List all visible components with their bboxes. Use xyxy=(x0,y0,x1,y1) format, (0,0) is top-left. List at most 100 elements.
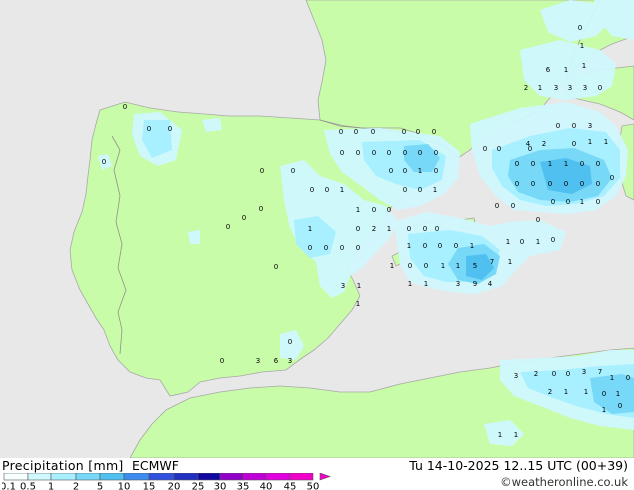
precip-value-label: 3 xyxy=(588,122,592,130)
precip-value-label: 0 xyxy=(580,160,584,168)
precip-value-label: 1 xyxy=(424,280,428,288)
precip-value-label: 0 xyxy=(308,244,312,252)
precip-value-label: 0 xyxy=(423,242,427,250)
precip-value-label: 1 xyxy=(580,42,584,50)
precip-value-label: 1 xyxy=(308,225,312,233)
precip-value-label: 1 xyxy=(588,138,592,146)
precip-value-label: 0 xyxy=(572,122,576,130)
precip-value-label: 3 xyxy=(256,357,260,365)
precip-value-label: 0 xyxy=(291,167,295,175)
colorbar-tick-label: 1 xyxy=(48,482,54,490)
model-name: ECMWF xyxy=(132,458,179,473)
precip-value-label: 1 xyxy=(616,390,620,398)
precip-value-label: 1 xyxy=(407,242,411,250)
precip-value-label: 1 xyxy=(564,160,568,168)
precip-colorbar: 0.1 0.5 1 2 5 10 15 20 25 30 35 40 45 50 xyxy=(2,473,331,490)
precip-value-label: 0 xyxy=(418,186,422,194)
precip-value-label: 1 xyxy=(508,258,512,266)
precip-value-label: 0 xyxy=(556,122,560,130)
precip-value-label: 0 xyxy=(626,374,630,382)
precip-value-label: 0 xyxy=(408,262,412,270)
precip-value-label: 7 xyxy=(598,368,602,376)
precip-value-label: 0 xyxy=(339,128,343,136)
precip-value-label: 1 xyxy=(357,282,361,290)
precip-value-label: 0 xyxy=(483,145,487,153)
precip-value-label: 2 xyxy=(372,225,376,233)
precip-value-label: 0 xyxy=(402,128,406,136)
precip-value-label: 1 xyxy=(602,406,606,414)
colorbar-tick-label: 20 xyxy=(168,482,181,490)
precip-value-label: 1 xyxy=(340,186,344,194)
precip-value-label: 1 xyxy=(441,262,445,270)
colorbar-swatch xyxy=(219,473,244,481)
precip-value-label: 0 xyxy=(578,24,582,32)
precip-value-label: 2 xyxy=(524,84,528,92)
precip-value-label: 1 xyxy=(514,431,518,439)
colorbar-swatch xyxy=(3,473,29,481)
colorbar-swatch xyxy=(265,473,291,481)
precip-value-label: 0 xyxy=(596,160,600,168)
precip-value-label: 0 xyxy=(168,125,172,133)
colorbar-tick-label: 35 xyxy=(237,482,250,490)
precip-value-label: 1 xyxy=(456,262,460,270)
colorbar-tick-label: 2 xyxy=(73,482,79,490)
precip-value-label: 0 xyxy=(551,198,555,206)
colorbar-swatch xyxy=(27,473,52,481)
precip-value-label: 0 xyxy=(618,402,622,410)
precip-value-label: 0 xyxy=(403,186,407,194)
precip-value-label: 0 xyxy=(242,214,246,222)
precipitation-map: 00 000 00000 0 0 0 0 00 0 0 0 0 0 00 0 1 00 0 1 0 0 11 0 01 0 2 1 0… xyxy=(0,0,634,458)
credit-link[interactable]: ©weatheronline.co.uk xyxy=(500,475,628,489)
precip-value-label: 4 xyxy=(526,140,531,148)
precip-value-label: 2 xyxy=(548,388,552,396)
precip-value-label: 0 xyxy=(220,357,224,365)
precip-value-label: 0 xyxy=(403,149,407,157)
colorbar-swatch xyxy=(123,473,150,481)
precip-value-label: 1 xyxy=(584,388,588,396)
precip-value-label: 0 xyxy=(403,167,407,175)
precip-value-label: 0 xyxy=(387,149,391,157)
precip-value-label: 0 xyxy=(423,225,427,233)
precip-value-label: 1 xyxy=(433,186,437,194)
precip-value-label: 3 xyxy=(456,280,460,288)
precip-value-label: 0 xyxy=(325,186,329,194)
precip-value-label: 2 xyxy=(542,140,546,148)
precip-value-label: 6 xyxy=(546,66,551,74)
precip-value-label: 9 xyxy=(473,280,477,288)
colorbar-tick-label: 10 xyxy=(118,482,131,490)
precip-value-label: 0 xyxy=(454,242,458,250)
precip-value-label: 1 xyxy=(470,242,474,250)
precip-value-label: 0 xyxy=(602,390,606,398)
precip-value-label: 4 xyxy=(488,280,493,288)
precip-value-label: 3 xyxy=(288,357,292,365)
precip-value-label: 1 xyxy=(390,262,394,270)
precip-value-label: 0 xyxy=(356,244,360,252)
precip-value-label: 1 xyxy=(610,374,614,382)
precip-value-label: 0 xyxy=(438,242,442,250)
precip-value-label: 1 xyxy=(604,138,608,146)
precip-value-label: 0 xyxy=(418,149,422,157)
colorbar-tick-label: 40 xyxy=(260,482,273,490)
precip-value-label: 1 xyxy=(564,388,568,396)
precip-value-label: 0 xyxy=(260,167,264,175)
precip-value-label: 1 xyxy=(582,62,586,70)
precip-value-label: 0 xyxy=(274,263,278,271)
precip-value-label: 3 xyxy=(568,84,572,92)
precip-value-label: 0 xyxy=(416,128,420,136)
precip-value-label: 0 xyxy=(310,186,314,194)
precip-value-label: 3 xyxy=(582,368,586,376)
precip-value-label: 0 xyxy=(596,180,600,188)
precip-value-label: 1 xyxy=(538,84,542,92)
precip-value-label: 6 xyxy=(274,357,279,365)
precip-value-label: 0 xyxy=(371,128,375,136)
precip-value-label: 3 xyxy=(514,372,518,380)
precip-value-label: 0 xyxy=(432,128,436,136)
precip-value-label: 3 xyxy=(554,84,558,92)
precip-value-label: 0 xyxy=(552,370,556,378)
precip-value-label: 1 xyxy=(356,300,360,308)
colorbar-tick-label: 0.1 xyxy=(2,482,16,490)
precip-value-label: 1 xyxy=(548,160,552,168)
precip-value-label: 0 xyxy=(424,262,428,270)
colorbar-tick-label: 5 xyxy=(97,482,103,490)
colorbar-swatch xyxy=(173,473,199,481)
